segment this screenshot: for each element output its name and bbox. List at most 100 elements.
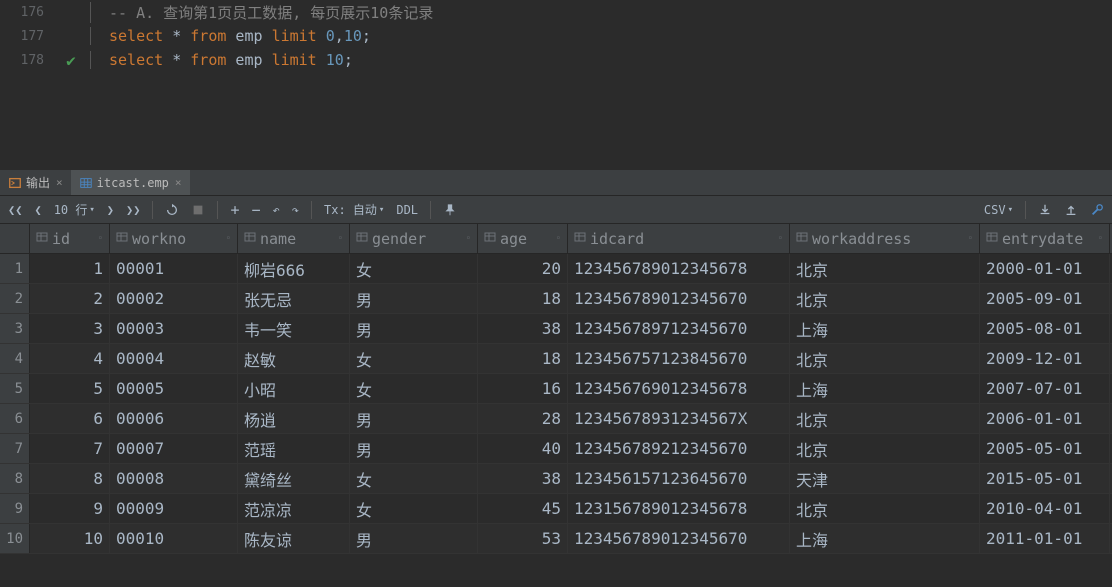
upload-button[interactable]: [1060, 201, 1082, 219]
table-row[interactable]: 1100001柳岩666女20123456789012345678北京2000-…: [0, 254, 1112, 284]
cell-name[interactable]: 小昭: [238, 374, 350, 403]
editor-line[interactable]: 177select * from emp limit 0,10;: [0, 24, 1112, 48]
column-header-gender[interactable]: gender◦: [350, 224, 478, 253]
sort-icon[interactable]: ◦: [1098, 234, 1103, 244]
cell-idcard[interactable]: 123456789212345670: [568, 434, 790, 463]
cell-idcard[interactable]: 123456789012345670: [568, 524, 790, 553]
cell-idcard[interactable]: 12345678931234567X: [568, 404, 790, 433]
sort-icon[interactable]: ◦: [98, 234, 103, 244]
table-row[interactable]: 3300003韦一笑男38123456789712345670上海2005-08…: [0, 314, 1112, 344]
cell-gender[interactable]: 男: [350, 404, 478, 433]
cell-workno[interactable]: 00004: [110, 344, 238, 373]
cell-workno[interactable]: 00009: [110, 494, 238, 523]
cell-entrydate[interactable]: 2006-01-01: [980, 404, 1110, 433]
last-page-button[interactable]: ❯❯: [122, 201, 144, 219]
cell-entrydate[interactable]: 2009-12-01: [980, 344, 1110, 373]
cell-name[interactable]: 杨逍: [238, 404, 350, 433]
cell-workno[interactable]: 00002: [110, 284, 238, 313]
cell-workaddress[interactable]: 北京: [790, 434, 980, 463]
cell-workaddress[interactable]: 北京: [790, 254, 980, 283]
cell-entrydate[interactable]: 2015-05-01: [980, 464, 1110, 493]
export-format-dropdown[interactable]: CSV ▾: [980, 201, 1017, 219]
delete-row-button[interactable]: −: [248, 199, 265, 221]
cell-workno[interactable]: 00008: [110, 464, 238, 493]
cell-idcard[interactable]: 123456769012345678: [568, 374, 790, 403]
cell-workaddress[interactable]: 上海: [790, 524, 980, 553]
cell-name[interactable]: 范凉凉: [238, 494, 350, 523]
cell-workaddress[interactable]: 上海: [790, 314, 980, 343]
add-row-button[interactable]: +: [226, 199, 243, 221]
cell-age[interactable]: 16: [478, 374, 568, 403]
column-header-id[interactable]: id◦: [30, 224, 110, 253]
cell-name[interactable]: 韦一笑: [238, 314, 350, 343]
cell-workaddress[interactable]: 北京: [790, 344, 980, 373]
cell-id[interactable]: 5: [30, 374, 110, 403]
reload-button[interactable]: [161, 201, 183, 219]
cell-entrydate[interactable]: 2000-01-01: [980, 254, 1110, 283]
code-content[interactable]: -- A. 查询第1页员工数据, 每页展示10条记录: [90, 2, 433, 23]
cell-id[interactable]: 1: [30, 254, 110, 283]
table-row[interactable]: 101000010陈友谅男53123456789012345670上海2011-…: [0, 524, 1112, 554]
cell-gender[interactable]: 女: [350, 494, 478, 523]
cell-id[interactable]: 4: [30, 344, 110, 373]
cell-gender[interactable]: 男: [350, 284, 478, 313]
cell-age[interactable]: 53: [478, 524, 568, 553]
column-header-idcard[interactable]: idcard◦: [568, 224, 790, 253]
first-page-button[interactable]: ❮❮: [4, 201, 26, 219]
cell-age[interactable]: 38: [478, 314, 568, 343]
column-header-age[interactable]: age◦: [478, 224, 568, 253]
cell-workaddress[interactable]: 上海: [790, 374, 980, 403]
tx-mode-dropdown[interactable]: Tx: 自动 ▾: [320, 199, 388, 220]
sort-icon[interactable]: ◦: [466, 234, 471, 244]
cell-idcard[interactable]: 123456789012345678: [568, 254, 790, 283]
cell-name[interactable]: 范瑶: [238, 434, 350, 463]
table-row[interactable]: 8800008黛绮丝女38123456157123645670天津2015-05…: [0, 464, 1112, 494]
editor-line[interactable]: 178✔select * from emp limit 10;: [0, 48, 1112, 72]
pin-button[interactable]: [439, 201, 461, 219]
cell-entrydate[interactable]: 2007-07-01: [980, 374, 1110, 403]
cell-name[interactable]: 陈友谅: [238, 524, 350, 553]
close-icon[interactable]: ×: [175, 176, 182, 189]
cell-workno[interactable]: 00007: [110, 434, 238, 463]
table-row[interactable]: 9900009范凉凉女45123156789012345678北京2010-04…: [0, 494, 1112, 524]
cell-workno[interactable]: 00010: [110, 524, 238, 553]
cell-id[interactable]: 8: [30, 464, 110, 493]
cell-id[interactable]: 10: [30, 524, 110, 553]
cell-entrydate[interactable]: 2011-01-01: [980, 524, 1110, 553]
stop-button[interactable]: [187, 201, 209, 219]
cell-id[interactable]: 9: [30, 494, 110, 523]
cell-age[interactable]: 20: [478, 254, 568, 283]
prev-page-button[interactable]: ❮: [30, 201, 45, 219]
cell-age[interactable]: 40: [478, 434, 568, 463]
ddl-button[interactable]: DDL: [392, 201, 422, 219]
settings-button[interactable]: [1086, 201, 1108, 219]
cell-workno[interactable]: 00005: [110, 374, 238, 403]
cell-workaddress[interactable]: 北京: [790, 404, 980, 433]
sql-editor[interactable]: 176-- A. 查询第1页员工数据, 每页展示10条记录177select *…: [0, 0, 1112, 170]
cell-entrydate[interactable]: 2005-08-01: [980, 314, 1110, 343]
cell-name[interactable]: 黛绮丝: [238, 464, 350, 493]
cell-name[interactable]: 张无忌: [238, 284, 350, 313]
sort-icon[interactable]: ◦: [338, 234, 343, 244]
cell-workno[interactable]: 00003: [110, 314, 238, 343]
table-row[interactable]: 5500005小昭女16123456769012345678上海2007-07-…: [0, 374, 1112, 404]
cell-workaddress[interactable]: 北京: [790, 284, 980, 313]
table-row[interactable]: 4400004赵敏女18123456757123845670北京2009-12-…: [0, 344, 1112, 374]
cell-id[interactable]: 6: [30, 404, 110, 433]
column-header-entrydate[interactable]: entrydate◦: [980, 224, 1110, 253]
cell-id[interactable]: 3: [30, 314, 110, 343]
cell-age[interactable]: 18: [478, 344, 568, 373]
cell-age[interactable]: 18: [478, 284, 568, 313]
cell-gender[interactable]: 女: [350, 374, 478, 403]
rows-count-dropdown[interactable]: 10 行 ▾: [50, 199, 99, 220]
tab-output[interactable]: 输出 ×: [0, 170, 71, 195]
cell-gender[interactable]: 男: [350, 314, 478, 343]
cell-idcard[interactable]: 123456157123645670: [568, 464, 790, 493]
sort-icon[interactable]: ◦: [556, 234, 561, 244]
cell-workaddress[interactable]: 天津: [790, 464, 980, 493]
cell-gender[interactable]: 女: [350, 254, 478, 283]
close-icon[interactable]: ×: [56, 176, 63, 189]
code-content[interactable]: select * from emp limit 10;: [90, 51, 353, 69]
commit-button[interactable]: ↷: [288, 201, 303, 219]
sort-icon[interactable]: ◦: [968, 234, 973, 244]
